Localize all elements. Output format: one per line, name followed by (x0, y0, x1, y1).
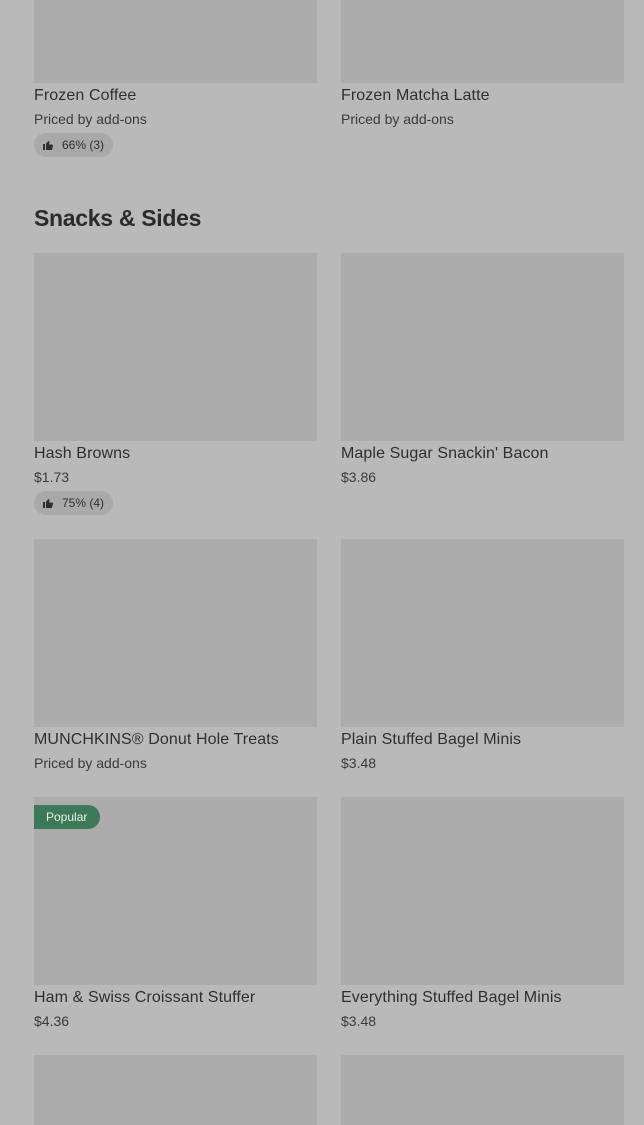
item-name: Ham & Swiss Croissant Stuffer (34, 989, 256, 1006)
rating-badge: 66% (3) (34, 133, 114, 157)
item-image (341, 539, 624, 727)
item-price: $1.73 (34, 469, 70, 485)
menu-item-card[interactable] (34, 1055, 317, 1125)
item-name: Hash Browns (34, 445, 131, 462)
menu-item-card[interactable]: Maple Sugar Snackin' Bacon $3.86 (341, 253, 624, 485)
item-price: Priced by add-ons (341, 111, 454, 127)
item-name: Maple Sugar Snackin' Bacon (341, 445, 549, 462)
item-image (34, 539, 317, 727)
item-image (34, 1055, 317, 1125)
item-name: Plain Stuffed Bagel Minis (341, 731, 522, 748)
rating-text: 75% (4) (62, 496, 105, 510)
thumbs-up-icon (42, 139, 54, 151)
rating-text: 66% (3) (62, 138, 105, 152)
menu-item-card[interactable]: Frozen Matcha Latte Priced by add-ons (341, 0, 624, 127)
section-title: Snacks & Sides (34, 205, 202, 231)
menu-item-card[interactable]: Hash Browns $1.73 75% (4) (34, 253, 317, 515)
item-price: $3.48 (341, 755, 377, 771)
item-price: Priced by add-ons (34, 755, 147, 771)
item-image: Popular (34, 797, 317, 985)
menu-item-card[interactable]: Popular Ham & Swiss Croissant Stuffer $4… (34, 797, 317, 1029)
item-name: MUNCHKINS® Donut Hole Treats (34, 731, 279, 748)
item-image (341, 797, 624, 985)
item-image (341, 253, 624, 441)
item-price: $3.48 (341, 1013, 377, 1029)
item-price: $3.86 (341, 469, 377, 485)
menu-item-card[interactable]: Frozen Coffee Priced by add-ons 66% (3) (34, 0, 317, 157)
menu-item-card[interactable]: Everything Stuffed Bagel Minis $3.48 (341, 797, 624, 1029)
item-image (34, 253, 317, 441)
menu-item-card[interactable]: MUNCHKINS® Donut Hole Treats Priced by a… (34, 539, 317, 771)
thumbs-up-icon (42, 497, 54, 509)
popular-badge: Popular (34, 805, 101, 829)
rating-badge: 75% (4) (34, 491, 114, 515)
item-name: Frozen Matcha Latte (341, 87, 490, 104)
item-image (341, 1055, 624, 1125)
item-price: Priced by add-ons (34, 111, 147, 127)
menu-item-card[interactable]: Plain Stuffed Bagel Minis $3.48 (341, 539, 624, 771)
item-name: Frozen Coffee (34, 87, 137, 104)
item-image (34, 0, 317, 83)
item-image (341, 0, 624, 83)
item-price: $4.36 (34, 1013, 70, 1029)
item-name: Everything Stuffed Bagel Minis (341, 989, 562, 1006)
menu-item-card[interactable] (341, 1055, 624, 1125)
